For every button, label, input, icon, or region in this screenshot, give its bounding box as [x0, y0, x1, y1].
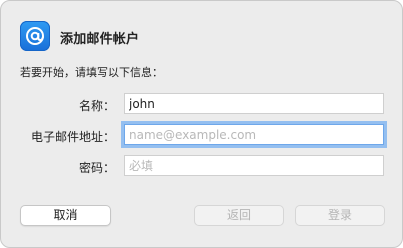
password-label: 密码：: [78, 161, 115, 175]
name-field[interactable]: [124, 93, 384, 114]
login-button[interactable]: 登录: [295, 205, 385, 226]
at-sign-icon: [20, 21, 50, 51]
back-button[interactable]: 返回: [194, 205, 284, 226]
email-field[interactable]: [124, 124, 384, 145]
instruction-text: 若要开始，请填写以下信息：: [20, 66, 163, 79]
name-label: 名称：: [78, 99, 115, 113]
add-mail-account-dialog: 添加邮件帐户 若要开始，请填写以下信息： 名称： 电子邮件地址： 密码： 取消 …: [0, 0, 403, 248]
dialog-title: 添加邮件帐户: [60, 32, 140, 47]
password-field[interactable]: [124, 155, 384, 176]
cancel-button[interactable]: 取消: [20, 205, 111, 226]
email-label: 电子邮件地址：: [30, 130, 115, 144]
